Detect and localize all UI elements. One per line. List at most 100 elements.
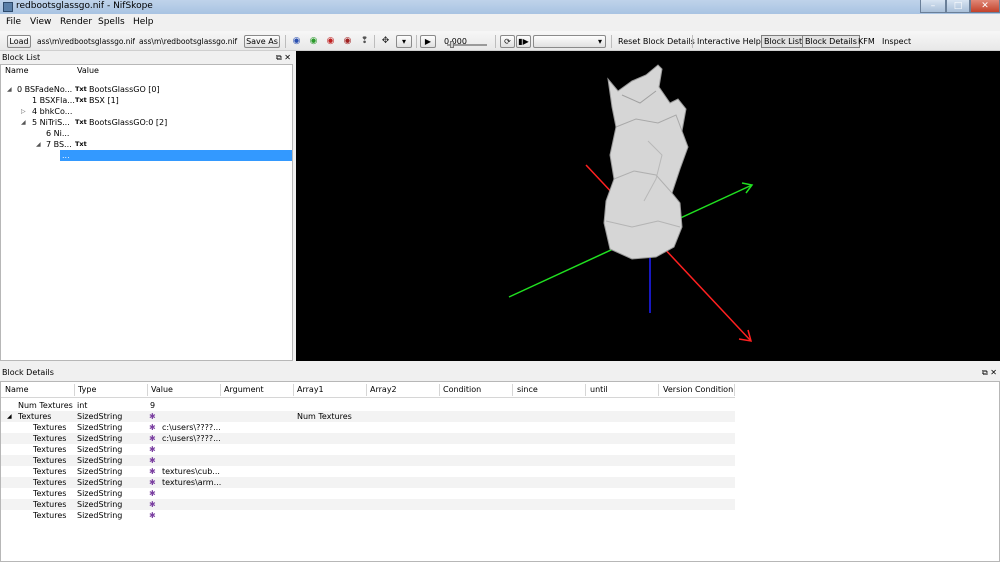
- save-as-button[interactable]: Save As: [244, 35, 280, 48]
- column-name[interactable]: Name: [5, 385, 29, 394]
- table-row[interactable]: Textures SizedString ✱: [1, 455, 735, 466]
- block-name: 5 NiTriS...: [32, 118, 70, 127]
- block-details-panel[interactable]: Name Type Value Argument Array1 Array2 C…: [0, 381, 1000, 562]
- column-version-condition[interactable]: Version Condition: [663, 385, 733, 394]
- load-button[interactable]: Load: [7, 35, 31, 48]
- time-slider-handle[interactable]: [450, 41, 454, 48]
- field-name: Num Textures: [18, 401, 73, 410]
- field-value[interactable]: textures\cub...: [162, 466, 220, 477]
- tree-row[interactable]: 1 BSXFla... Txt BSX [1]: [1, 95, 292, 106]
- expand-toggle-icon[interactable]: ◢: [36, 139, 41, 150]
- block-details-dock-buttons[interactable]: ⧉ ✕: [982, 367, 997, 379]
- animation-select[interactable]: ▾: [533, 35, 606, 48]
- column-separator: [439, 384, 440, 396]
- column-value[interactable]: Value: [77, 65, 99, 77]
- maximize-button[interactable]: □: [946, 0, 970, 13]
- details-header: Name Type Value Argument Array1 Array2 C…: [1, 382, 735, 398]
- field-value[interactable]: c:\users\????...: [162, 422, 221, 433]
- eye-dark-icon[interactable]: ◉: [342, 36, 353, 46]
- block-list-toggle[interactable]: Block List: [761, 35, 806, 48]
- texture-icon: ✱: [149, 511, 156, 520]
- table-row[interactable]: Num Textures int 9: [1, 400, 735, 411]
- table-row[interactable]: Textures SizedString ✱: [1, 499, 735, 510]
- toolbar-separator: [416, 35, 417, 48]
- column-until[interactable]: until: [590, 385, 608, 394]
- block-list-dock-buttons[interactable]: ⧉ ✕: [276, 52, 291, 64]
- field-name: Textures: [33, 456, 67, 465]
- tree-row[interactable]: ◢ 7 BS... Txt: [1, 139, 292, 150]
- eye-red-icon[interactable]: ◉: [325, 36, 336, 46]
- switch-button[interactable]: ▮▶: [516, 35, 531, 48]
- toolbar-separator: [495, 35, 496, 48]
- reset-block-details-button[interactable]: Reset Block Details: [618, 36, 695, 47]
- tree-row[interactable]: ▷ 4 bhkCo...: [1, 106, 292, 117]
- expand-toggle-icon[interactable]: ◢: [21, 117, 26, 128]
- play-button[interactable]: ▶: [420, 35, 436, 48]
- column-since[interactable]: since: [517, 385, 538, 394]
- app-icon: [3, 2, 13, 12]
- column-condition[interactable]: Condition: [443, 385, 481, 394]
- toolbar-separator: [374, 35, 375, 48]
- table-row[interactable]: Textures SizedString ✱: [1, 444, 735, 455]
- field-value[interactable]: c:\users\????...: [162, 433, 221, 444]
- eye-green-icon[interactable]: ◉: [308, 36, 319, 46]
- table-row[interactable]: Textures SizedString ✱ c:\users\????...: [1, 433, 735, 444]
- axes-icon[interactable]: ✥: [380, 36, 391, 46]
- toolbar-separator: [285, 35, 286, 48]
- column-separator: [366, 384, 367, 396]
- close-button[interactable]: ✕: [970, 0, 1000, 13]
- column-array1[interactable]: Array1: [297, 385, 324, 394]
- render-viewport[interactable]: [296, 51, 1000, 361]
- tree-row[interactable]: ◢ 0 BSFadeNo... Txt BootsGlassGO [0]: [1, 84, 292, 95]
- block-name: 0 BSFadeNo...: [17, 85, 73, 94]
- toolbar: Load ass\m\redbootsglassgo.nif ass\m\red…: [0, 31, 1000, 51]
- interactive-help-button[interactable]: Interactive Help: [697, 36, 761, 47]
- texture-icon: ✱: [149, 478, 156, 487]
- table-row[interactable]: ◢ Textures SizedString ✱ Num Textures: [1, 411, 735, 422]
- block-value: BootsGlassGO [0]: [89, 85, 160, 94]
- column-type[interactable]: Type: [78, 385, 96, 394]
- field-name: Textures: [33, 423, 67, 432]
- load-path-field[interactable]: ass\m\redbootsglassgo.nif: [37, 36, 135, 47]
- field-type: SizedString: [77, 434, 123, 443]
- table-row[interactable]: Textures SizedString ✱: [1, 510, 735, 521]
- loop-button[interactable]: ⟳: [500, 35, 515, 48]
- menu-help[interactable]: Help: [133, 17, 154, 27]
- eye-blue-icon[interactable]: ◉: [291, 36, 302, 46]
- minimize-button[interactable]: –: [920, 0, 946, 13]
- block-list-panel[interactable]: Name Value ◢ 0 BSFadeNo... Txt BootsGlas…: [0, 64, 293, 361]
- kfm-button[interactable]: KFM: [858, 36, 875, 47]
- expand-toggle-icon[interactable]: ◢: [7, 84, 12, 95]
- column-array2[interactable]: Array2: [370, 385, 397, 394]
- menu-view[interactable]: View: [30, 17, 51, 27]
- column-value[interactable]: Value: [151, 385, 173, 394]
- expand-toggle-icon[interactable]: ▷: [21, 106, 26, 117]
- block-details-toggle[interactable]: Block Details: [802, 35, 860, 48]
- column-name[interactable]: Name: [5, 65, 29, 77]
- lamp-icon[interactable]: ❢: [359, 36, 370, 46]
- table-row[interactable]: Textures SizedString ✱ c:\users\????...: [1, 422, 735, 433]
- tree-row-selected[interactable]: ...: [60, 150, 292, 161]
- field-type: SizedString: [77, 412, 123, 421]
- save-path-field[interactable]: ass\m\redbootsglassgo.nif: [139, 36, 238, 47]
- block-name: 4 bhkCo...: [32, 107, 73, 116]
- txt-badge: Txt: [75, 85, 87, 93]
- field-value[interactable]: textures\arm...: [162, 477, 221, 488]
- field-name: Textures: [33, 511, 67, 520]
- view-dropdown-button[interactable]: ▾: [396, 35, 412, 48]
- menu-file[interactable]: File: [6, 17, 21, 27]
- tree-row[interactable]: 6 Ni...: [1, 128, 292, 139]
- inspect-button[interactable]: Inspect: [882, 36, 911, 47]
- block-value: BootsGlassGO:0 [2]: [89, 118, 168, 127]
- table-row[interactable]: Textures SizedString ✱ textures\cub...: [1, 466, 735, 477]
- scene-3d: [508, 64, 754, 342]
- block-details-title-text: Block Details: [2, 368, 54, 377]
- table-row[interactable]: Textures SizedString ✱: [1, 488, 735, 499]
- field-value[interactable]: 9: [150, 400, 155, 411]
- table-row[interactable]: Textures SizedString ✱ textures\arm...: [1, 477, 735, 488]
- menu-render[interactable]: Render: [60, 17, 92, 27]
- column-argument[interactable]: Argument: [224, 385, 264, 394]
- menu-spells[interactable]: Spells: [98, 17, 125, 27]
- expand-toggle-icon[interactable]: ◢: [7, 411, 12, 422]
- tree-row[interactable]: ◢ 5 NiTriS... Txt BootsGlassGO:0 [2]: [1, 117, 292, 128]
